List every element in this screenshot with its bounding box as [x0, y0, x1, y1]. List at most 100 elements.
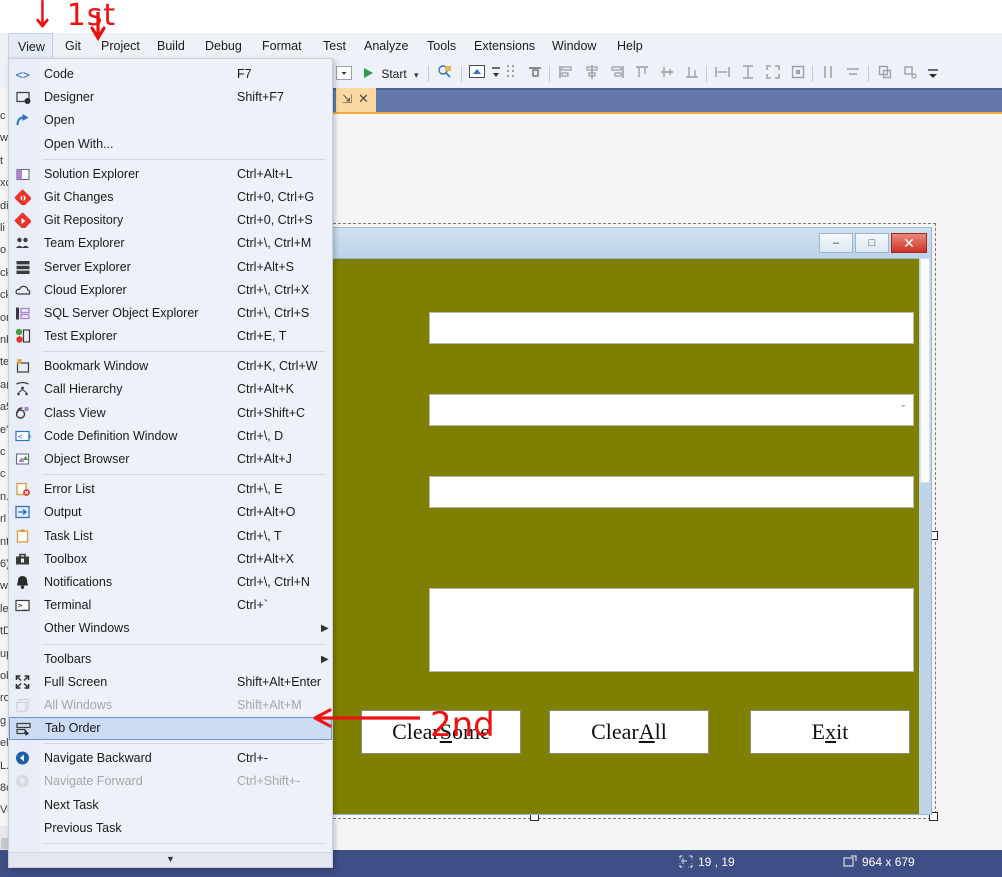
menu-item-window[interactable]: Window — [543, 33, 605, 60]
view-menu-item-previous-task[interactable]: Previous Task — [9, 817, 332, 840]
send-to-back-icon[interactable] — [902, 64, 918, 84]
exit-post: it — [836, 719, 849, 744]
view-menu-item-navigate-backward[interactable]: Navigate Backward Ctrl+- — [9, 747, 332, 770]
start-dropdown-icon[interactable]: ▾ — [414, 70, 419, 80]
view-menu-item-task-list[interactable]: Task List Ctrl+\, T — [9, 525, 332, 548]
listbox-1[interactable] — [429, 588, 914, 672]
form-maximize-button[interactable]: □ — [855, 233, 889, 253]
view-menu-item-cloud-explorer[interactable]: Cloud Explorer Ctrl+\, Ctrl+X — [9, 279, 332, 302]
start-button[interactable]: Start ▾ — [362, 64, 419, 84]
view-menu-item-git-changes[interactable]: Git Changes Ctrl+0, Ctrl+G — [9, 186, 332, 209]
view-menu-item-error-list[interactable]: Error List Ctrl+\, E — [9, 478, 332, 501]
center-horizontally-icon[interactable] — [820, 64, 836, 84]
make-same-height-icon[interactable] — [740, 64, 756, 84]
view-menu-item-toolbars[interactable]: Toolbars ▶ — [9, 648, 332, 671]
menu-item-help[interactable]: Help — [608, 33, 652, 60]
make-same-width-icon[interactable] — [714, 64, 731, 84]
toolbox-item-label: c — [0, 110, 6, 122]
toolbar-separator — [812, 66, 813, 82]
view-menu-item-other-windows[interactable]: Other Windows ▶ — [9, 617, 332, 640]
view-menu-item-test-explorer[interactable]: Test Explorer Ctrl+E, T — [9, 325, 332, 348]
align-bottoms-icon[interactable] — [684, 64, 700, 84]
combobox-1[interactable]: ˇ — [429, 394, 914, 426]
menu-item-format[interactable]: Format — [253, 33, 311, 60]
menu-item-analyze[interactable]: Analyze — [355, 33, 417, 60]
view-menu-item-sql-server-object-explorer[interactable]: SQL Server Object Explorer Ctrl+\, Ctrl+S — [9, 302, 332, 325]
fullscreen-icon — [14, 674, 32, 691]
pin-icon[interactable]: ⇲ — [342, 92, 352, 106]
terminal-icon: >_ — [14, 597, 32, 614]
view-menu-item-open-with[interactable]: Open With... — [9, 133, 332, 156]
view-menu-item-call-hierarchy[interactable]: Call Hierarchy Ctrl+Alt+K — [9, 378, 332, 401]
align-to-grid-icon[interactable] — [527, 64, 543, 84]
view-menu-item-class-view[interactable]: Class View Ctrl+Shift+C — [9, 402, 332, 425]
size-to-grid-icon[interactable] — [765, 64, 781, 84]
toolbox-pointer-icon[interactable] — [437, 64, 453, 84]
snaplines-dropdown-icon[interactable] — [490, 64, 502, 84]
menu-item-build[interactable]: Build — [148, 33, 194, 60]
menu-item-git[interactable]: Git — [56, 33, 90, 60]
view-menu-item-team-explorer[interactable]: Team Explorer Ctrl+\, Ctrl+M — [9, 232, 332, 255]
cloud-icon — [14, 282, 32, 299]
scrollbar-thumb[interactable] — [920, 258, 930, 483]
preview-form-icon[interactable] — [469, 64, 486, 84]
bring-to-front-icon[interactable] — [877, 64, 893, 84]
view-menu-item-shortcut: Ctrl+\, Ctrl+M — [237, 236, 312, 251]
menu-item-view[interactable]: View — [8, 33, 53, 60]
menu-item-debug[interactable]: Debug — [196, 33, 251, 60]
menu-item-test[interactable]: Test — [314, 33, 355, 60]
textbox-1[interactable] — [429, 312, 914, 344]
view-menu-item-shortcut: Ctrl+\, Ctrl+S — [237, 305, 310, 320]
view-menu-item-server-explorer[interactable]: Server Explorer Ctrl+Alt+S — [9, 256, 332, 279]
tab-order-icon — [15, 721, 33, 738]
lock-controls-icon[interactable] — [790, 64, 806, 84]
view-menu-item-tab-order[interactable]: Tab Order — [9, 717, 332, 741]
form-minimize-button[interactable]: – — [819, 233, 853, 253]
view-menu-item-git-repository[interactable]: Git Repository Ctrl+0, Ctrl+S — [9, 209, 332, 232]
align-tops-icon[interactable] — [634, 64, 650, 84]
menu-item-extensions[interactable]: Extensions — [465, 33, 544, 60]
toolbox-item-label: c — [0, 446, 6, 458]
toolbar-overflow-icon[interactable] — [926, 64, 940, 84]
align-rights-icon[interactable] — [609, 64, 625, 84]
view-menu-item-full-screen[interactable]: Full Screen Shift+Alt+Enter — [9, 671, 332, 694]
textbox-2[interactable] — [429, 476, 914, 508]
view-menu-item-code-definition-window[interactable]: < > Code Definition Window Ctrl+\, D — [9, 425, 332, 448]
minimize-icon: – — [832, 237, 840, 249]
form-close-button[interactable]: ✕ — [891, 233, 927, 253]
view-dropdown-menu[interactable]: <> Code F7 Designer Shift+F7 Open Open With...… — [8, 58, 333, 868]
view-menu-item-object-browser[interactable]: Object Browser Ctrl+Alt+J — [9, 448, 332, 471]
sql-server-icon — [14, 305, 32, 322]
tab-active[interactable]: ⇲ ✕ — [336, 88, 376, 112]
menu-scroll-down-button[interactable]: ▼ — [9, 852, 332, 867]
view-menu-item-output[interactable]: Output Ctrl+Alt+O — [9, 501, 332, 524]
view-menu-item-bookmark-window[interactable]: Bookmark Window Ctrl+K, Ctrl+W — [9, 355, 332, 378]
view-menu-item-designer[interactable]: Designer Shift+F7 — [9, 86, 332, 109]
status-size: 964 x 679 — [843, 855, 915, 869]
toolbar-config-dropdown-icon[interactable] — [336, 64, 352, 84]
view-menu-item-solution-explorer[interactable]: Solution Explorer Ctrl+Alt+L — [9, 163, 332, 186]
center-vertically-icon[interactable] — [845, 64, 862, 84]
view-menu-item-terminal[interactable]: >_ Terminal Ctrl+` — [9, 594, 332, 617]
clear-all-button[interactable]: Clear All — [549, 710, 709, 754]
menu-item-project[interactable]: Project — [92, 33, 149, 60]
grid-icon[interactable] — [506, 64, 520, 84]
view-menu-item-open[interactable]: Open — [9, 109, 332, 132]
toolbox-item-label: t — [0, 154, 4, 167]
code-icon: <> — [14, 66, 32, 83]
view-menu-item-code[interactable]: <> Code F7 — [9, 63, 332, 86]
align-lefts-icon[interactable] — [558, 64, 574, 84]
view-menu-item-toolbox[interactable]: Toolbox Ctrl+Alt+X — [9, 548, 332, 571]
view-menu-item-next-task[interactable]: Next Task — [9, 794, 332, 817]
align-middles-icon[interactable] — [659, 64, 675, 84]
menu-separator — [43, 643, 325, 645]
chevron-down-icon[interactable]: ˇ — [901, 404, 905, 416]
form-vertical-scrollbar[interactable] — [919, 258, 931, 814]
view-menu-item-notifications[interactable]: Notifications Ctrl+\, Ctrl+N — [9, 571, 332, 594]
menu-item-tools[interactable]: Tools — [418, 33, 465, 60]
exit-button[interactable]: Ex it — [750, 710, 910, 754]
view-menu-item-label: Previous Task — [44, 820, 122, 835]
view-menu-item-shortcut: Ctrl+K, Ctrl+W — [237, 359, 318, 374]
align-centers-icon[interactable] — [584, 64, 600, 84]
close-icon[interactable]: ✕ — [358, 91, 369, 107]
